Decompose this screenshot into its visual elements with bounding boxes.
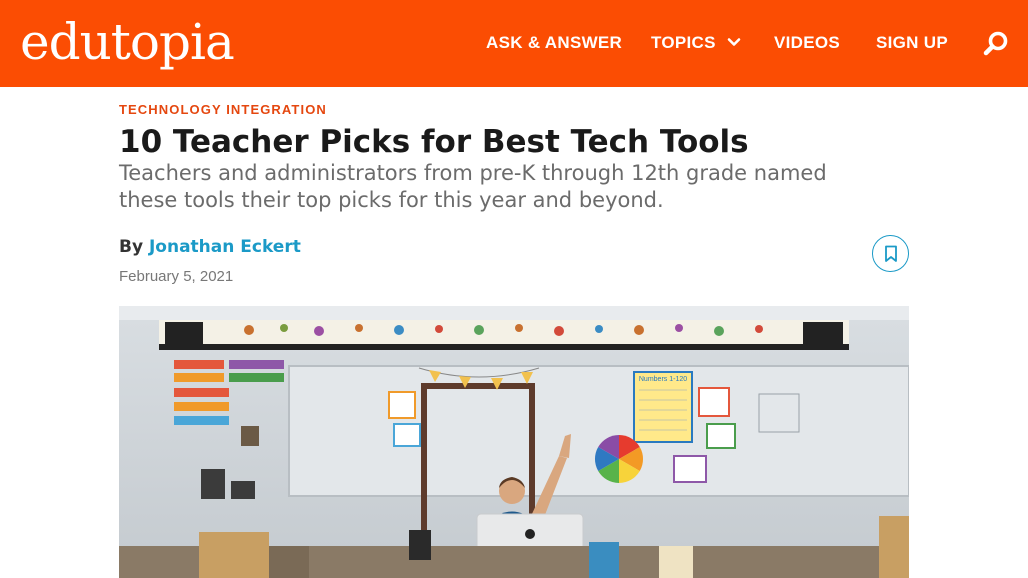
publish-date: February 5, 2021	[119, 268, 234, 285]
search-button[interactable]	[981, 29, 1011, 59]
article-subtitle: Teachers and administrators from pre-K t…	[119, 161, 827, 212]
nav-videos-label: VIDEOS	[774, 33, 841, 52]
number-chart-label: Numbers 1-120	[639, 376, 687, 383]
hero-image: Numbers 1-120	[119, 306, 909, 578]
nav-ask-answer[interactable]: ASK & ANSWER	[486, 33, 622, 53]
nav-sign-up-label: SIGN UP	[876, 33, 949, 52]
bookmark-icon	[884, 245, 897, 262]
nav-sign-up[interactable]: SIGN UP	[876, 33, 948, 53]
article-title: 10 Teacher Picks for Best Tech Tools	[119, 124, 749, 160]
classroom-photo: Numbers 1-120	[119, 306, 909, 578]
byline: By Jonathan Eckert	[119, 237, 301, 257]
author-link[interactable]: Jonathan Eckert	[149, 237, 301, 257]
search-icon	[983, 31, 1008, 56]
nav-topics-label: TOPICS	[651, 33, 716, 52]
edutopia-logo[interactable]: edutopia	[20, 12, 235, 72]
site-header: edutopia ASK & ANSWER TOPICS VIDEOS SIGN…	[0, 0, 1028, 87]
article-category[interactable]: TECHNOLOGY INTEGRATION	[119, 102, 327, 117]
chevron-down-icon	[727, 38, 741, 46]
nav-topics[interactable]: TOPICS	[651, 33, 741, 53]
nav-videos[interactable]: VIDEOS	[774, 33, 840, 53]
bookmark-button[interactable]	[872, 235, 909, 272]
nav-ask-answer-label: ASK & ANSWER	[486, 33, 623, 52]
by-label: By	[119, 237, 144, 257]
